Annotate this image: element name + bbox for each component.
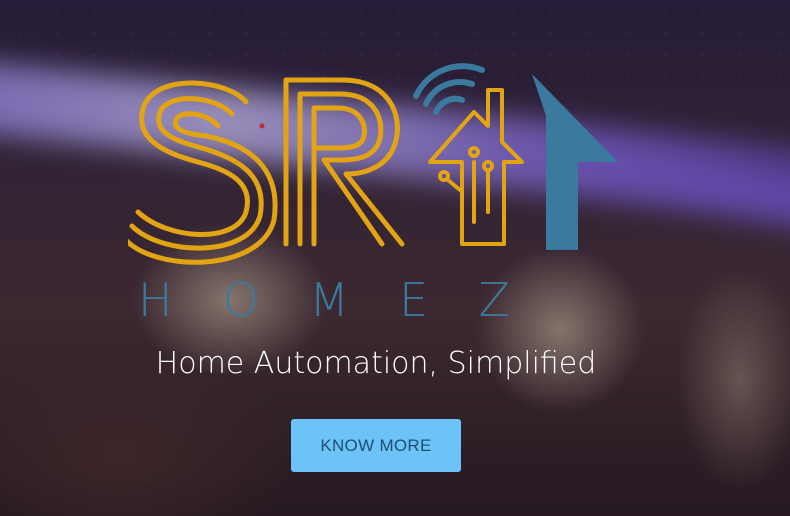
sr-homez-logo: HOMEZ [128,63,618,327]
logo-accent-dot [259,123,265,129]
logo-letter-r [283,77,405,247]
logo-wordmark: HOMEZ [138,273,598,327]
logo-letter-s [128,80,278,265]
wifi-icon [413,63,485,115]
house-circuit-icon [428,88,524,246]
hero-tagline: Home Automation, Simplified [155,346,597,381]
hero-section: HOMEZ Home Automation, Simplified KNOW M… [0,0,790,516]
up-arrow-icon [532,74,618,250]
know-more-button[interactable]: KNOW MORE [291,419,461,472]
